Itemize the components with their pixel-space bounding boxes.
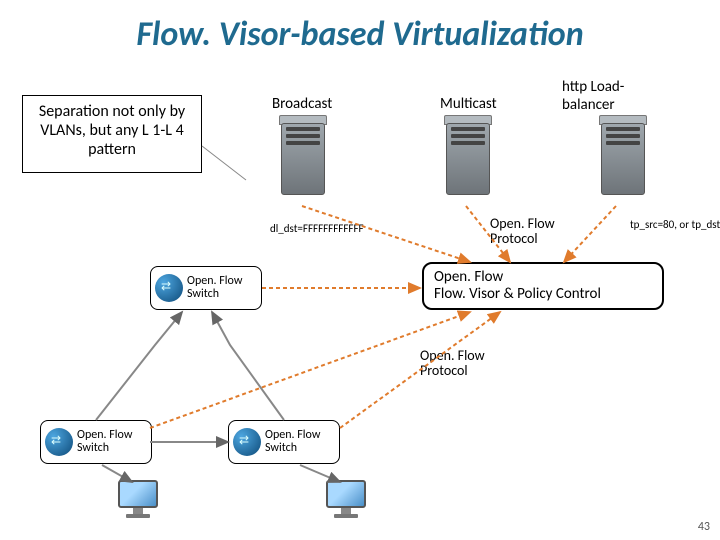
flowvisor-line2: Flow. Visor & Policy Control [434,286,652,303]
multicast-server-icon [440,115,496,205]
switch-label-3: Open. Flow Switch [265,429,335,455]
flowvisor-box: Open. Flow Flow. Visor & Policy Control [422,262,664,310]
pc-icon-1 [115,480,161,522]
switch-icon [233,428,261,456]
page-number: 43 [698,520,710,534]
openflow-switch-left: Open. Flow Switch [40,420,152,464]
separation-callout: Separation not only by VLANs, but any L … [22,95,202,173]
multicast-label: Multicast [440,95,497,113]
protocol-lower-label: Open. Flow Protocol [420,348,500,379]
slide-title: Flow. Visor-based Virtualization [0,0,720,55]
broadcast-server-icon [275,115,331,205]
http-label: http Load-balancer [562,78,672,114]
pc-icon-2 [323,480,369,522]
flowvisor-line1: Open. Flow [434,269,652,286]
tp-annotation: tp_src=80, or tp_dst=80 [630,218,720,231]
dl-dst-annotation: dl_dst=FFFFFFFFFFFF [270,222,364,235]
switch-label-2: Open. Flow Switch [77,429,147,455]
switch-icon [155,274,183,302]
http-server-icon [595,115,651,205]
broadcast-label: Broadcast [272,95,332,113]
switch-icon [45,428,73,456]
openflow-switch-right: Open. Flow Switch [228,420,340,464]
switch-label-1: Open. Flow Switch [187,275,257,301]
protocol-upper-label: Open. Flow Protocol [490,216,570,247]
openflow-switch-top: Open. Flow Switch [150,266,262,310]
